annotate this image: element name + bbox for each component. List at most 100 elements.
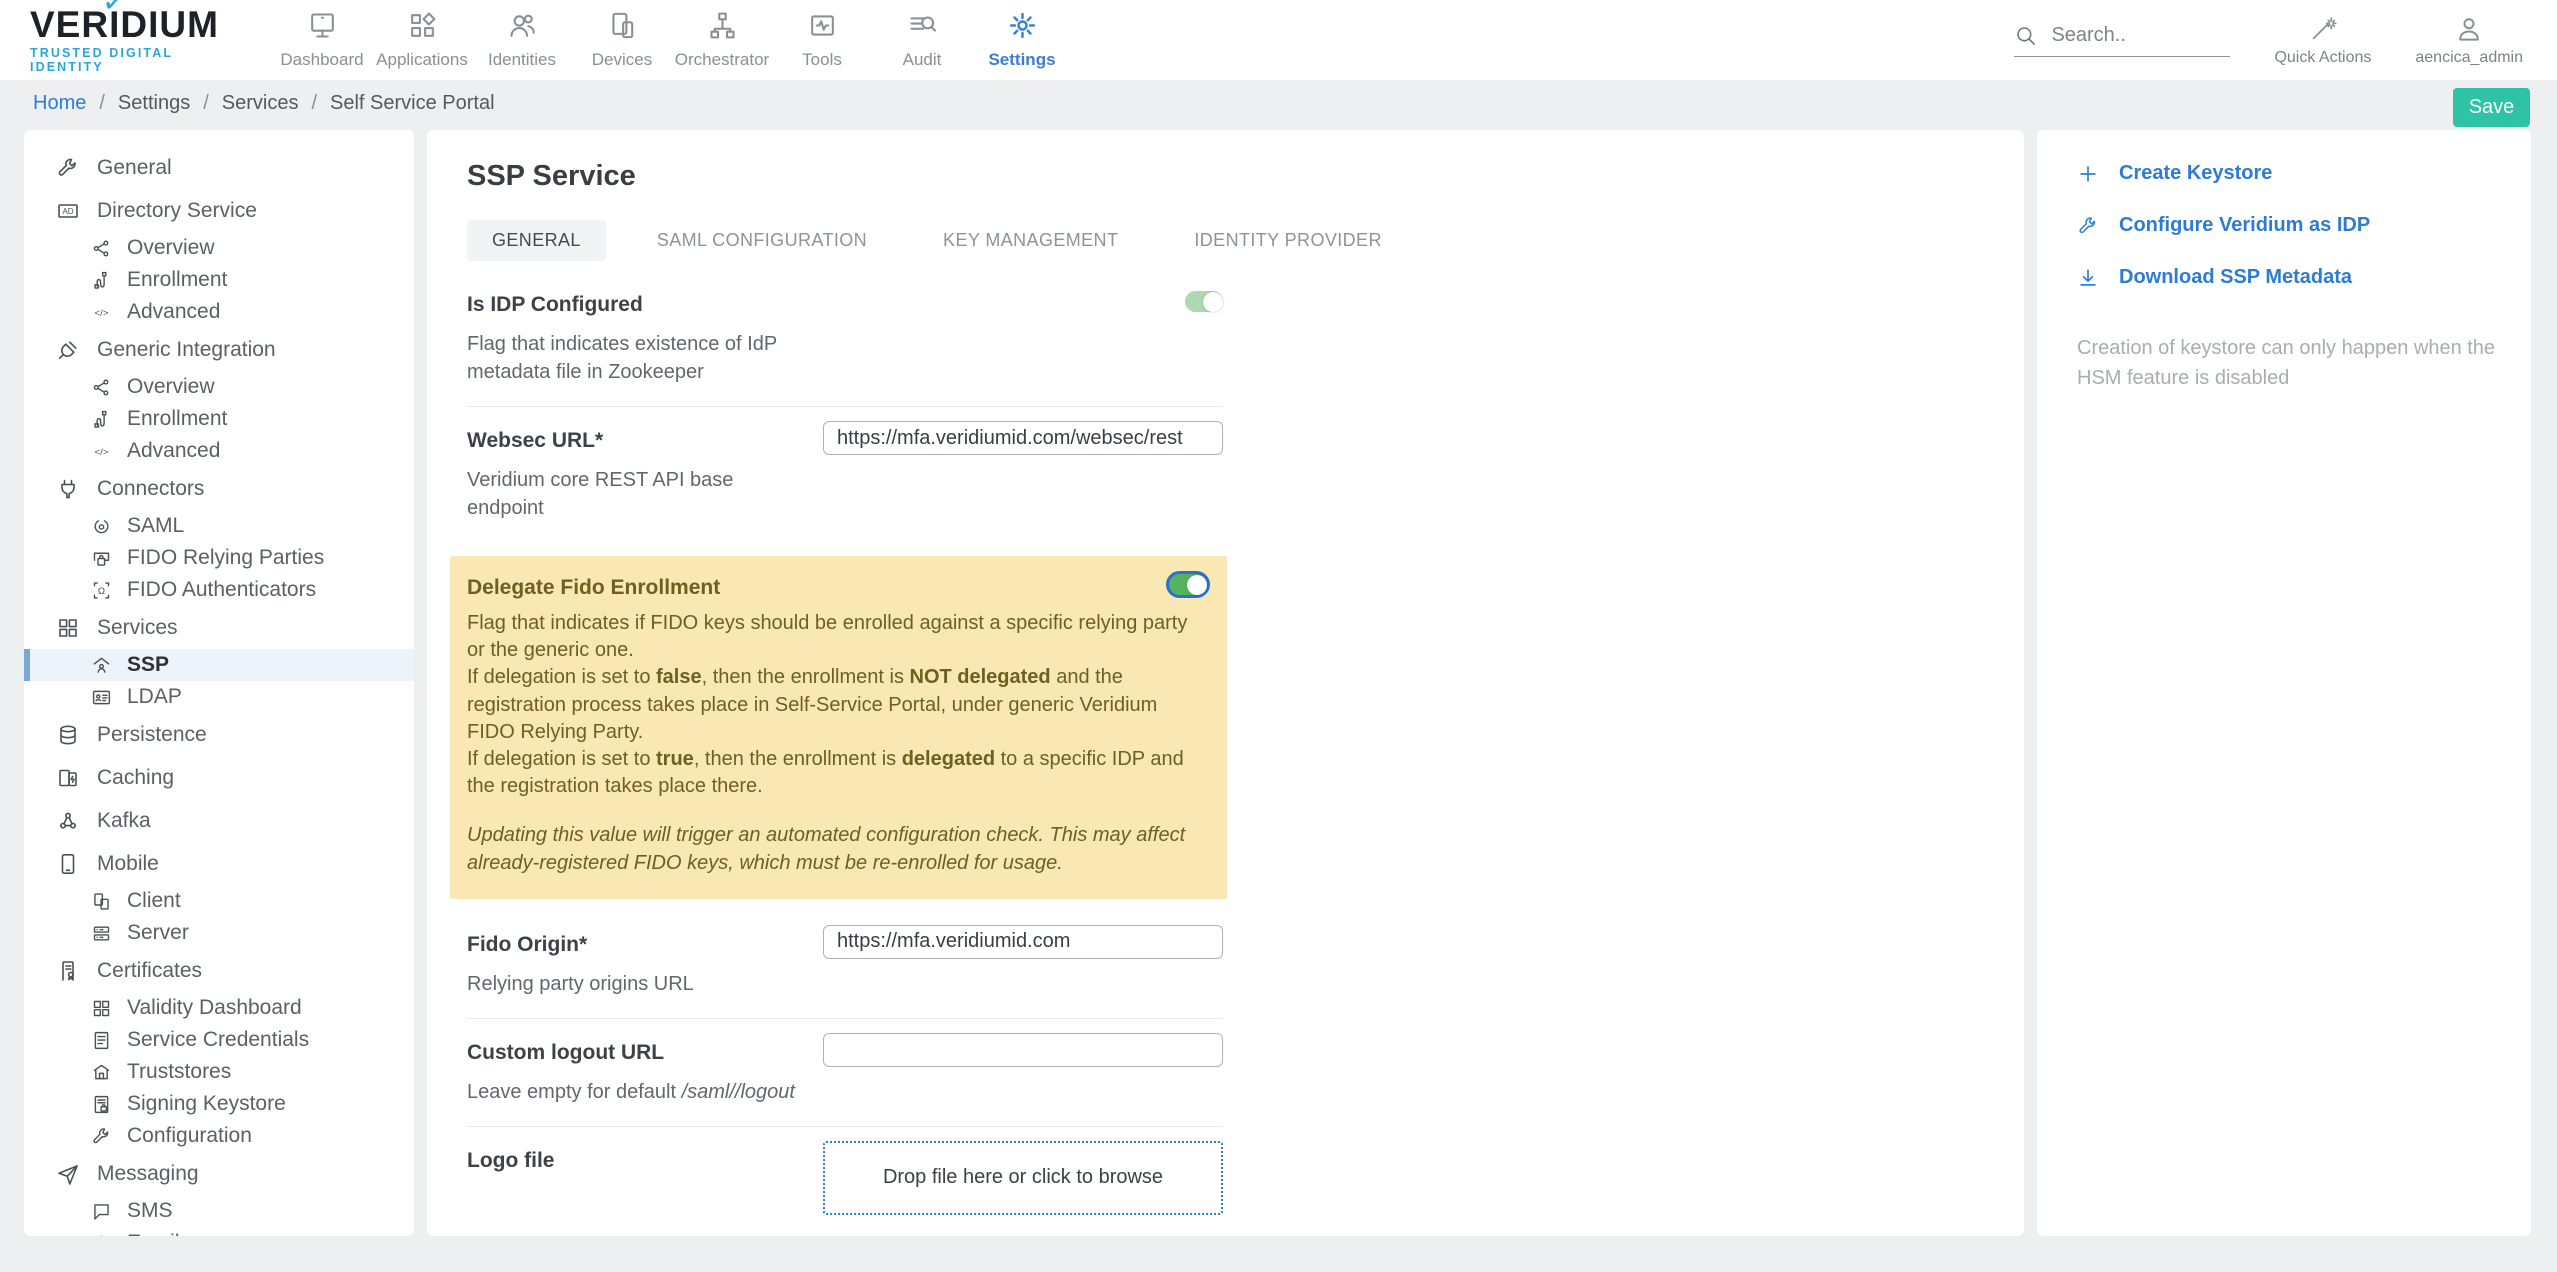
tab-key-management[interactable]: KEY MANAGEMENT: [918, 220, 1143, 261]
plus-icon: [2077, 163, 2099, 185]
sidebar-item-generic-integration[interactable]: Generic Integration: [24, 328, 414, 371]
websec-url-control: [823, 421, 1223, 455]
nav-devices[interactable]: Devices: [572, 10, 672, 70]
sidebar-item-overview[interactable]: Overview: [24, 371, 414, 403]
keystore-note: Creation of keystore can only happen whe…: [2077, 337, 2496, 389]
sidebar-item-advanced[interactable]: </> Advanced: [24, 296, 414, 328]
download-icon: [2077, 267, 2099, 289]
sidebar-item-directory-service[interactable]: AD Directory Service: [24, 189, 414, 232]
action-create-keystore[interactable]: Create Keystore: [2077, 162, 2501, 185]
sidebar-item-server[interactable]: Server: [24, 917, 414, 949]
sidebar-item-label: Connectors: [97, 476, 205, 500]
sidebar-item-general[interactable]: General: [24, 146, 414, 189]
sidebar-item-services[interactable]: Services: [24, 606, 414, 649]
sidebar-item-kafka[interactable]: Kafka: [24, 799, 414, 842]
tab-saml-configuration[interactable]: SAML CONFIGURATION: [632, 220, 892, 261]
nav-applications[interactable]: Applications: [372, 10, 472, 70]
user-menu[interactable]: aencica_admin: [2415, 14, 2523, 67]
sidebar-item-fido-relying-parties[interactable]: FIDO Relying Parties: [24, 542, 414, 574]
sidebar-item-label: LDAP: [127, 685, 182, 708]
ssp-service-panel: SSP Service GENERAL SAML CONFIGURATION KEY…: [427, 130, 2024, 1236]
action-configure-veridium-as-idp[interactable]: Configure Veridium as IDP: [2077, 214, 2501, 237]
svg-text:</>: </>: [95, 447, 109, 458]
settings-sidebar: General AD Directory Service Overview Enroll…: [24, 130, 414, 1236]
tab-identity-provider[interactable]: IDENTITY PROVIDER: [1169, 220, 1407, 261]
wrench-icon: [56, 156, 80, 180]
cache-icon: [56, 766, 80, 790]
quick-actions-button[interactable]: Quick Actions: [2274, 14, 2371, 67]
home-user-icon: [91, 655, 112, 676]
code-icon: </>: [91, 302, 112, 323]
truststore-icon: [91, 1062, 112, 1083]
enrollment-icon: [91, 409, 112, 430]
ad-icon: AD: [56, 199, 80, 223]
toggle-knob: [1186, 574, 1207, 595]
action-label: Download SSP Metadata: [2119, 266, 2353, 288]
delegate-fido-enrollment-toggle[interactable]: [1169, 574, 1207, 595]
sidebar-item-saml[interactable]: SAML: [24, 510, 414, 542]
custom-logout-url-input[interactable]: [823, 1032, 1223, 1067]
save-button[interactable]: Save: [2453, 88, 2530, 127]
is-idp-configured-label: Is IDP Configured: [467, 293, 643, 316]
logo-file-dropzone[interactable]: Drop file here or click to browse: [823, 1140, 1223, 1215]
fido-origin-input[interactable]: [823, 924, 1223, 959]
sidebar-item-ldap[interactable]: LDAP: [24, 681, 414, 713]
sidebar-item-client[interactable]: Client: [24, 885, 414, 917]
nav-audit[interactable]: Audit: [872, 10, 972, 70]
action-label: Create Keystore: [2119, 162, 2273, 184]
main-nav: Dashboard Applications Identities Devices Or…: [272, 10, 1072, 70]
sidebar-item-fido-authenticators[interactable]: Ω FIDO Authenticators: [24, 574, 414, 606]
sidebar-item-connectors[interactable]: Connectors: [24, 467, 414, 510]
delegate-fido-enrollment-label: Delegate Fido Enrollment: [467, 576, 721, 599]
sidebar-item-label: Server: [127, 921, 189, 944]
search-box[interactable]: [2014, 23, 2231, 57]
sidebar-item-advanced[interactable]: </> Advanced: [24, 435, 414, 467]
custom-logout-url-label: Custom logout URL: [467, 1040, 665, 1064]
sidebar-item-email[interactable]: Email: [24, 1227, 414, 1236]
sidebar-item-label: Service Credentials: [127, 1028, 310, 1051]
sidebar-item-service-credentials[interactable]: Service Credentials: [24, 1024, 414, 1056]
sidebar-item-truststores[interactable]: Truststores: [24, 1056, 414, 1088]
nav-dashboard[interactable]: Dashboard: [272, 10, 372, 70]
custom-logout-url-control: [823, 1032, 1223, 1067]
sidebar-item-enrollment[interactable]: Enrollment: [24, 403, 414, 435]
nav-tools[interactable]: Tools: [772, 10, 872, 70]
sidebar-item-ssp[interactable]: SSP: [24, 649, 414, 681]
sidebar-item-mobile[interactable]: Mobile: [24, 842, 414, 885]
breadcrumb-settings[interactable]: Settings: [118, 92, 190, 115]
action-download-ssp-metadata[interactable]: Download SSP Metadata: [2077, 266, 2501, 289]
sidebar-item-validity-dashboard[interactable]: Validity Dashboard: [24, 992, 414, 1024]
tab-general[interactable]: GENERAL: [467, 220, 606, 261]
fido-omega-icon: Ω: [91, 580, 112, 601]
nav-identities[interactable]: Identities: [472, 10, 572, 70]
nav-orchestrator[interactable]: Orchestrator: [672, 10, 772, 70]
sidebar-item-label: Mobile: [97, 851, 159, 875]
breadcrumb-separator: /: [203, 92, 209, 114]
sidebar-item-label: Directory Service: [97, 198, 257, 222]
fido-card-icon: [91, 548, 112, 569]
sidebar-item-persistence[interactable]: Persistence: [24, 713, 414, 756]
sidebar-item-label: SAML: [127, 514, 185, 537]
sidebar-item-label: Messaging: [97, 1161, 199, 1185]
sidebar-item-label: Configuration: [127, 1124, 252, 1147]
sidebar-item-certificates[interactable]: Certificates: [24, 949, 414, 992]
quick-actions-label: Quick Actions: [2274, 48, 2372, 66]
sidebar-item-overview[interactable]: Overview: [24, 232, 414, 264]
sidebar-item-sms[interactable]: SMS: [24, 1195, 414, 1227]
custom-logout-url-row: Custom logout URL Leave empty for default…: [467, 1019, 1223, 1127]
username-label: aencica_admin: [2415, 48, 2523, 66]
sidebar-item-caching[interactable]: Caching: [24, 756, 414, 799]
breadcrumb-services[interactable]: Services: [222, 92, 299, 115]
sidebar-item-label: Enrollment: [127, 407, 228, 430]
sidebar-item-signing-keystore[interactable]: Signing Keystore: [24, 1088, 414, 1120]
websec-url-input[interactable]: [823, 421, 1223, 455]
is-idp-configured-toggle[interactable]: [1185, 291, 1223, 312]
search-input[interactable]: [2051, 23, 2212, 47]
sidebar-item-messaging[interactable]: Messaging: [24, 1152, 414, 1195]
sidebar-item-configuration[interactable]: Configuration: [24, 1120, 414, 1152]
sidebar-item-enrollment[interactable]: Enrollment: [24, 264, 414, 296]
grid-icon: [91, 998, 112, 1019]
send-icon: [56, 1162, 80, 1186]
breadcrumb-home[interactable]: Home: [33, 92, 86, 115]
nav-settings[interactable]: Settings: [972, 10, 1072, 70]
